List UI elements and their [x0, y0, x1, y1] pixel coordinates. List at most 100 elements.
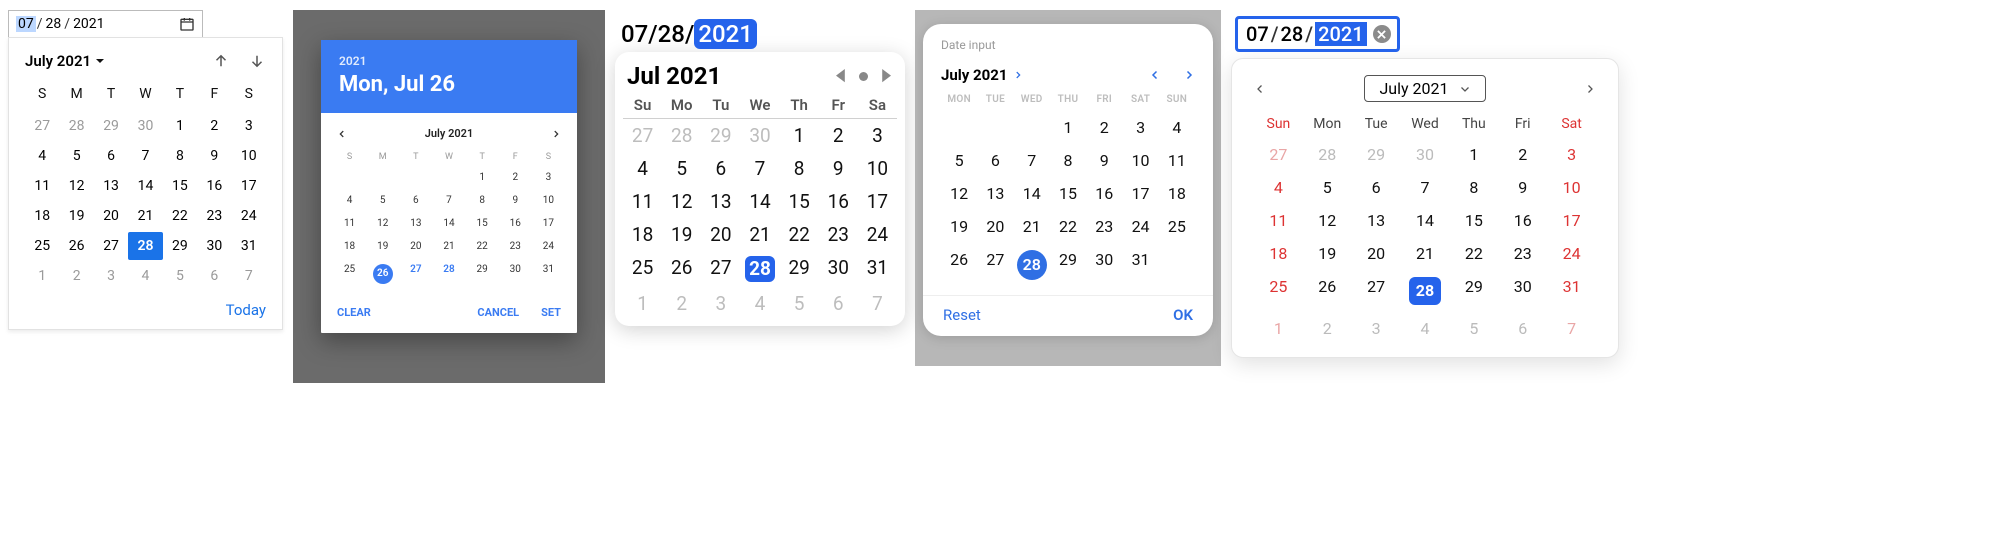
day-cell[interactable]: 10 — [232, 142, 266, 170]
day-cell[interactable]: 19 — [59, 202, 93, 230]
day-cell[interactable]: 27 — [94, 232, 128, 260]
next-month-button[interactable] — [248, 52, 266, 70]
day-cell[interactable]: 23 — [499, 235, 532, 258]
day-cell[interactable]: 29 — [94, 112, 128, 140]
day-cell[interactable]: 19 — [1303, 237, 1352, 270]
day-cell[interactable]: 22 — [466, 235, 499, 258]
next-month-button[interactable] — [1183, 69, 1195, 81]
input-month-segment[interactable]: 07 — [621, 20, 648, 48]
day-cell[interactable]: 30 — [197, 232, 231, 260]
input-month-segment[interactable]: 07 — [16, 16, 36, 32]
day-cell[interactable]: 12 — [59, 172, 93, 200]
day-cell[interactable]: 7 — [740, 152, 779, 185]
day-cell[interactable]: 29 — [163, 232, 197, 260]
day-cell[interactable]: 6 — [1498, 312, 1547, 345]
day-cell[interactable]: 8 — [1050, 144, 1086, 177]
date-input[interactable]: 07 / 28 / 2021 — [1235, 16, 1400, 52]
input-day-segment[interactable]: 28 — [44, 16, 64, 32]
day-cell[interactable]: 2 — [819, 119, 858, 152]
day-cell[interactable]: 21 — [1401, 237, 1450, 270]
day-cell[interactable]: 6 — [399, 189, 432, 212]
day-cell[interactable]: 3 — [1352, 312, 1401, 345]
day-cell[interactable]: 11 — [25, 172, 59, 200]
day-cell[interactable]: 30 — [819, 251, 858, 287]
day-cell[interactable]: 28 — [1401, 270, 1450, 312]
day-cell[interactable]: 10 — [1122, 144, 1158, 177]
day-cell[interactable]: 13 — [94, 172, 128, 200]
day-cell[interactable]: 30 — [1498, 270, 1547, 312]
day-cell[interactable]: 11 — [1254, 204, 1303, 237]
day-cell[interactable]: 7 — [1014, 144, 1050, 177]
day-cell[interactable]: 14 — [128, 172, 162, 200]
date-input[interactable]: 07/28/2021 — [8, 10, 203, 38]
input-year-segment[interactable]: 2021 — [1315, 22, 1366, 46]
day-cell[interactable]: 29 — [1449, 270, 1498, 312]
day-cell[interactable]: 15 — [466, 212, 499, 235]
day-cell[interactable]: 8 — [466, 189, 499, 212]
day-cell[interactable]: 4 — [128, 262, 162, 290]
ok-button[interactable]: OK — [1173, 306, 1193, 324]
day-cell[interactable]: 26 — [662, 251, 701, 287]
next-month-button[interactable] — [880, 69, 891, 82]
input-day-segment[interactable]: 28 — [658, 20, 685, 48]
prev-month-button[interactable] — [212, 52, 230, 70]
day-cell[interactable]: 11 — [623, 185, 662, 218]
day-cell[interactable]: 25 — [333, 258, 366, 290]
day-cell[interactable]: 8 — [163, 142, 197, 170]
next-month-button[interactable] — [551, 129, 561, 139]
day-cell[interactable]: 9 — [197, 142, 231, 170]
day-cell[interactable]: 18 — [623, 218, 662, 251]
day-cell[interactable]: 9 — [1086, 144, 1122, 177]
day-cell[interactable]: 24 — [858, 218, 897, 251]
day-cell[interactable]: 20 — [94, 202, 128, 230]
prev-month-button[interactable] — [1149, 69, 1161, 81]
day-cell[interactable]: 20 — [399, 235, 432, 258]
day-cell[interactable]: 28 — [1014, 243, 1050, 287]
day-cell[interactable]: 16 — [1498, 204, 1547, 237]
day-cell[interactable]: 9 — [499, 189, 532, 212]
day-cell[interactable]: 14 — [1401, 204, 1450, 237]
day-cell[interactable]: 29 — [1050, 243, 1086, 287]
day-cell[interactable]: 4 — [1401, 312, 1450, 345]
day-cell[interactable]: 14 — [740, 185, 779, 218]
day-cell[interactable]: 5 — [941, 144, 977, 177]
day-cell[interactable]: 27 — [701, 251, 740, 287]
day-cell[interactable]: 27 — [623, 119, 662, 152]
day-cell[interactable]: 7 — [128, 142, 162, 170]
day-cell[interactable]: 7 — [432, 189, 465, 212]
day-cell[interactable]: 17 — [232, 172, 266, 200]
day-cell[interactable]: 28 — [432, 258, 465, 290]
input-year-segment[interactable]: 2021 — [694, 19, 757, 49]
day-cell[interactable]: 3 — [858, 119, 897, 152]
prev-month-button[interactable] — [1254, 83, 1266, 95]
day-cell[interactable]: 27 — [25, 112, 59, 140]
day-cell[interactable]: 29 — [466, 258, 499, 290]
day-cell[interactable]: 9 — [1498, 171, 1547, 204]
day-cell[interactable]: 7 — [1547, 312, 1596, 345]
month-year-selector[interactable]: July 2021 — [1364, 75, 1485, 102]
day-cell[interactable]: 4 — [623, 152, 662, 185]
day-cell[interactable]: 6 — [197, 262, 231, 290]
day-cell[interactable]: 7 — [858, 287, 897, 320]
day-cell[interactable]: 15 — [163, 172, 197, 200]
day-cell[interactable]: 18 — [1254, 237, 1303, 270]
clear-button[interactable] — [1373, 25, 1391, 43]
day-cell[interactable]: 19 — [941, 210, 977, 243]
day-cell[interactable]: 25 — [25, 232, 59, 260]
day-cell[interactable]: 23 — [1498, 237, 1547, 270]
day-cell[interactable]: 18 — [1159, 177, 1195, 210]
day-cell[interactable]: 4 — [1254, 171, 1303, 204]
day-cell[interactable]: 2 — [662, 287, 701, 320]
day-cell[interactable]: 15 — [1050, 177, 1086, 210]
day-cell[interactable]: 28 — [662, 119, 701, 152]
prev-month-button[interactable] — [337, 129, 347, 139]
day-cell[interactable]: 12 — [1303, 204, 1352, 237]
day-cell[interactable]: 25 — [623, 251, 662, 287]
day-cell[interactable]: 16 — [197, 172, 231, 200]
cancel-button[interactable]: CANCEL — [477, 306, 519, 319]
day-cell[interactable]: 31 — [1547, 270, 1596, 312]
day-cell[interactable]: 21 — [1014, 210, 1050, 243]
day-cell[interactable]: 2 — [1498, 138, 1547, 171]
day-cell[interactable]: 7 — [1401, 171, 1450, 204]
day-cell[interactable]: 1 — [25, 262, 59, 290]
